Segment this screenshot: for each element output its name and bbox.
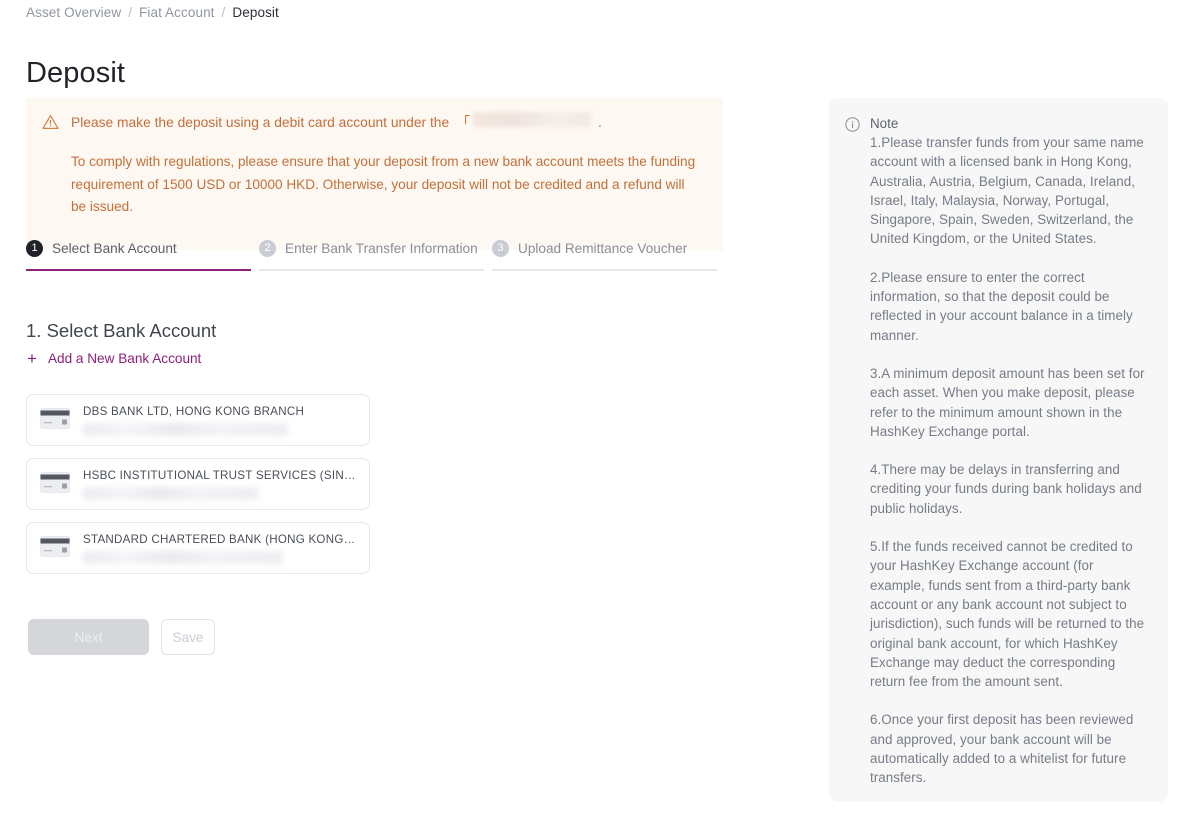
step-label-2: Enter Bank Transfer Information: [285, 241, 478, 256]
breadcrumb-separator: /: [221, 5, 226, 20]
step-underline-3: [492, 269, 717, 271]
warning-text-after: .: [597, 115, 602, 130]
deposit-page: Asset Overview / Fiat Account / Deposit …: [0, 0, 1204, 817]
tab-select-bank-account[interactable]: 1 Select Bank Account: [26, 240, 259, 271]
deposit-stepper: 1 Select Bank Account 2 Enter Bank Trans…: [26, 240, 725, 271]
breadcrumb-item-deposit: Deposit: [232, 5, 279, 20]
bank-account-name: DBS BANK LTD, HONG KONG BRANCH: [83, 404, 305, 418]
credit-card-icon: [40, 471, 70, 498]
tab-enter-bank-transfer-information[interactable]: 2 Enter Bank Transfer Information: [259, 240, 492, 271]
warning-text-before: Please make the deposit using a debit ca…: [71, 115, 450, 130]
bank-account-list: DBS BANK LTD, HONG KONG BRANCH HSBC INST…: [26, 394, 726, 574]
section-title: 1. Select Bank Account: [26, 320, 217, 342]
redacted-bank-account-number: [83, 422, 288, 436]
breadcrumb-item-fiat-account[interactable]: Fiat Account: [139, 5, 215, 20]
bank-account-card[interactable]: HSBC INSTITUTIONAL TRUST SERVICES (SIN…: [26, 458, 370, 510]
note-paragraph: 3.A minimum deposit amount has been set …: [870, 365, 1145, 439]
step-label-3: Upload Remittance Voucher: [518, 241, 688, 256]
redacted-account-name: [472, 112, 591, 127]
note-title: Note: [870, 116, 899, 131]
credit-card-icon: [40, 407, 70, 434]
redacted-bank-account-number: [83, 550, 283, 564]
note-panel: Note 1.Please transfer funds from your s…: [829, 98, 1168, 802]
redacted-bank-account-number: [83, 486, 258, 500]
note-paragraph: 6.Once your first deposit has been revie…: [870, 712, 1134, 786]
step-badge-2: 2: [259, 240, 276, 257]
step-underline-2: [259, 269, 484, 271]
note-paragraph: 4.There may be delays in transferring an…: [870, 462, 1142, 516]
plus-icon: +: [27, 349, 37, 368]
save-button[interactable]: Save: [161, 619, 215, 655]
bank-account-name: HSBC INSTITUTIONAL TRUST SERVICES (SIN…: [83, 468, 356, 482]
add-new-bank-account-button[interactable]: + Add a New Bank Account: [27, 350, 201, 367]
warning-open-bracket: 「: [456, 115, 470, 130]
warning-paragraph: To comply with regulations, please ensur…: [71, 154, 696, 214]
step-badge-3: 3: [492, 240, 509, 257]
breadcrumb-separator: /: [128, 5, 133, 20]
note-paragraph: 2.Please ensure to enter the correct inf…: [870, 269, 1133, 343]
breadcrumb-item-asset-overview[interactable]: Asset Overview: [26, 5, 121, 20]
note-paragraph: 5.If the funds received cannot be credit…: [870, 539, 1145, 690]
add-new-bank-account-label: Add a New Bank Account: [47, 351, 202, 366]
note-paragraph: 1.Please transfer funds from your same n…: [870, 135, 1144, 247]
warning-primary-line: Please make the deposit using a debit ca…: [71, 112, 705, 133]
breadcrumb: Asset Overview / Fiat Account / Deposit: [26, 5, 279, 20]
bank-account-card[interactable]: DBS BANK LTD, HONG KONG BRANCH: [26, 394, 370, 446]
next-button[interactable]: Next: [28, 619, 149, 655]
tab-upload-remittance-voucher[interactable]: 3 Upload Remittance Voucher: [492, 240, 725, 271]
info-circle-icon: [845, 117, 860, 786]
bank-account-name: STANDARD CHARTERED BANK (HONG KONG)…: [83, 532, 356, 546]
step-label-1: Select Bank Account: [52, 241, 177, 256]
step-badge-1: 1: [26, 240, 43, 257]
warning-triangle-icon: [42, 114, 59, 232]
form-actions: Next Save: [28, 619, 215, 655]
credit-card-icon: [40, 535, 70, 562]
step-underline-1: [26, 269, 251, 271]
page-title: Deposit: [26, 57, 126, 90]
bank-account-card[interactable]: STANDARD CHARTERED BANK (HONG KONG)…: [26, 522, 370, 574]
warning-banner: Please make the deposit using a debit ca…: [26, 98, 723, 251]
